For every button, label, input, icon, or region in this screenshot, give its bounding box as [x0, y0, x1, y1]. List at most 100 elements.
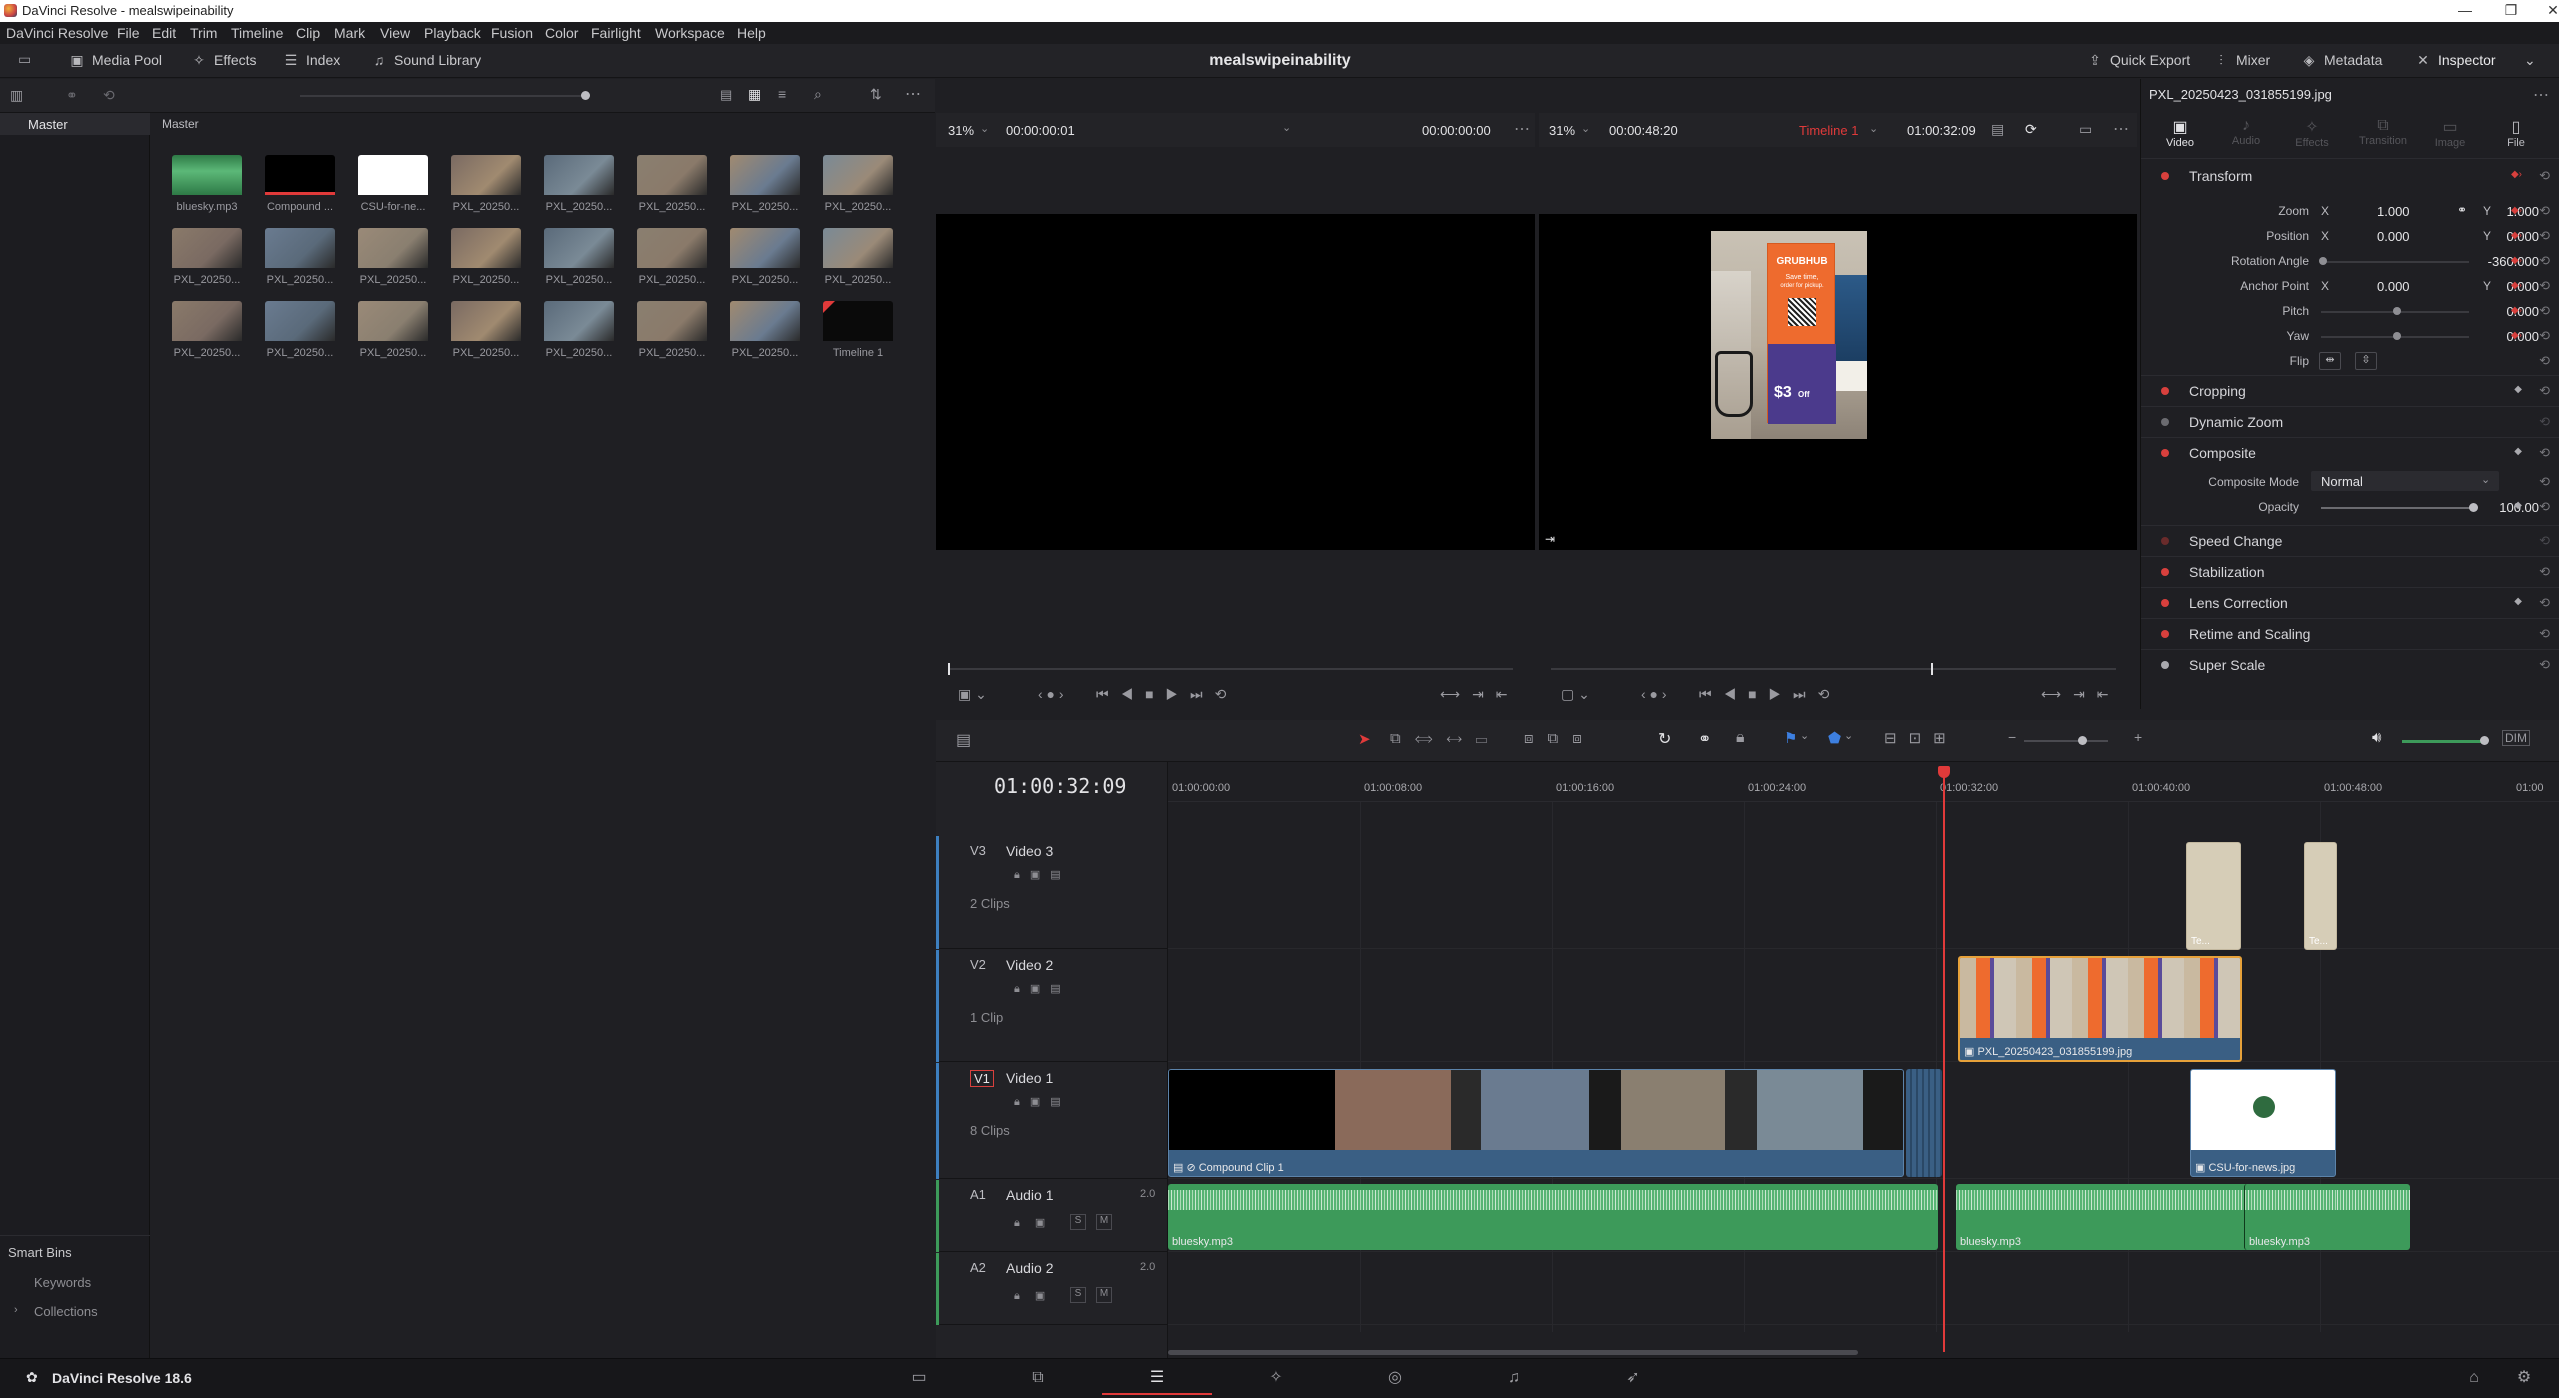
keyframe-icon[interactable]: ◆›: [2511, 205, 2522, 216]
timeline-view-options-icon[interactable]: ▤: [956, 730, 971, 750]
inspector-button[interactable]: ✕ Inspector: [2414, 52, 2495, 69]
source-scrubber[interactable]: [948, 668, 1513, 670]
page-fusion-icon[interactable]: ✧: [1221, 1361, 1331, 1395]
reset-icon[interactable]: ⟲: [2539, 533, 2550, 549]
menu-file[interactable]: File: [117, 25, 140, 41]
super-scale-section[interactable]: Super Scale ⟲: [2141, 649, 2559, 679]
edit-tools[interactable]: ⧉⟺⟷▭: [1390, 730, 1501, 747]
track-lane-a1[interactable]: bluesky.mp3 bluesky.mp3 bluesky.mp3: [1168, 1180, 2559, 1252]
collections-bin[interactable]: Collections: [34, 1304, 98, 1319]
track-controls[interactable]: 🔒︎▣▤: [1014, 868, 1071, 882]
reset-icon[interactable]: ⟲: [2539, 474, 2550, 490]
enable-dot[interactable]: [2161, 568, 2169, 576]
keywords-bin[interactable]: Keywords: [34, 1275, 91, 1290]
page-fairlight-icon[interactable]: ♫: [1459, 1361, 1569, 1395]
composite-mode-select[interactable]: Normal ⌄: [2311, 471, 2499, 491]
clip-thumbnail[interactable]: [544, 155, 614, 199]
enable-dot[interactable]: [2161, 449, 2169, 457]
reset-icon[interactable]: ⟲: [2539, 253, 2550, 269]
chevron-down-icon[interactable]: ⌄: [1581, 122, 1590, 135]
enable-dot[interactable]: [2161, 387, 2169, 395]
collapse-icon[interactable]: ⌄: [2524, 52, 2536, 69]
clip-thumbnail[interactable]: [451, 228, 521, 272]
chevron-down-icon[interactable]: ⌄: [1800, 729, 1809, 742]
menu-trim[interactable]: Trim: [190, 25, 217, 41]
zoom-in-icon[interactable]: +: [2134, 729, 2142, 745]
maximize-button[interactable]: ❐: [2488, 0, 2534, 22]
tab-image[interactable]: ▭ Image: [2425, 117, 2475, 149]
reset-icon[interactable]: ⟲: [2539, 228, 2550, 244]
more-options-icon[interactable]: ⋯: [905, 84, 921, 104]
clip-thumbnail[interactable]: [637, 155, 707, 199]
bin-master[interactable]: [0, 113, 150, 135]
menu-edit[interactable]: Edit: [152, 25, 176, 41]
position-x-field[interactable]: 0.000: [2377, 229, 2433, 244]
reset-icon[interactable]: ⟲: [2539, 626, 2550, 642]
clip-thumbnail[interactable]: [172, 155, 242, 199]
dynamic-zoom-section[interactable]: Dynamic Zoom ⟲: [2141, 406, 2559, 436]
transform-section[interactable]: Transform ◆› ⟲: [2141, 161, 2559, 191]
timeline-playhead[interactable]: [1943, 766, 1945, 1352]
program-scrubber[interactable]: [1551, 668, 2116, 670]
keyframe-icon[interactable]: ◆›: [2511, 305, 2522, 316]
tab-file[interactable]: ▯ File: [2491, 117, 2541, 149]
speaker-icon[interactable]: 🔊︎: [2372, 729, 2381, 746]
keyframe-icon[interactable]: ◆›: [2511, 330, 2522, 341]
program-playback-controls[interactable]: ⏮◀■▶⏭⟲: [1699, 686, 1841, 703]
playhead-handle[interactable]: [1938, 766, 1950, 778]
dim-icon[interactable]: DIM: [2502, 730, 2530, 746]
index-button[interactable]: ☰ Index: [282, 52, 341, 69]
title-clip[interactable]: Te...: [2304, 842, 2337, 950]
chevron-down-icon[interactable]: ⌄: [1282, 121, 1291, 134]
menu-view[interactable]: View: [380, 25, 410, 41]
track-controls[interactable]: 🔒︎▣▤: [1014, 982, 1071, 996]
chevron-down-icon[interactable]: ⌄: [1844, 729, 1853, 742]
track-header-v2[interactable]: V2 Video 2 🔒︎▣▤ 1 Clip: [936, 950, 1168, 1062]
more-options-icon[interactable]: ⋯: [2533, 85, 2549, 105]
pitch-handle[interactable]: [2393, 307, 2401, 315]
settings-gear-icon[interactable]: ⚙: [2474, 1361, 2559, 1395]
track-lane-v3[interactable]: Te... Te...: [1168, 836, 2559, 950]
insert-tools[interactable]: ⧈⧉⧈: [1524, 730, 1596, 747]
source-playhead[interactable]: [948, 663, 950, 675]
view-options-icon[interactable]: ▣ ⌄: [958, 686, 987, 702]
track-lane-a2[interactable]: [1168, 1253, 2559, 1325]
anchor-x-field[interactable]: 0.000: [2377, 279, 2433, 294]
thumbnail-view-icon[interactable]: ▦: [748, 86, 761, 103]
speed-change-section[interactable]: Speed Change ⟲: [2141, 525, 2559, 555]
reset-icon[interactable]: ⟲: [2539, 445, 2550, 461]
sort-icon[interactable]: ⇅: [870, 86, 882, 103]
zoom-handle[interactable]: [2078, 736, 2087, 745]
clip-thumbnail[interactable]: [823, 301, 893, 345]
pxl-clip[interactable]: ▣ PXL_20250423_031855199.jpg: [1958, 956, 2242, 1062]
cropping-section[interactable]: Cropping ◆ ⟲: [2141, 375, 2559, 405]
close-window-button[interactable]: ✕: [2530, 0, 2559, 22]
snapping-icon[interactable]: ↻: [1658, 729, 1671, 749]
yaw-handle[interactable]: [2393, 332, 2401, 340]
menu-davinci[interactable]: DaVinci Resolve: [6, 25, 108, 41]
reset-icon[interactable]: ⟲: [2539, 595, 2550, 611]
search-icon[interactable]: ⌕: [814, 86, 822, 103]
mute-button[interactable]: M: [1096, 1287, 1112, 1303]
composite-section[interactable]: Composite ◆ ⟲: [2141, 437, 2559, 467]
source-viewer-canvas[interactable]: [936, 214, 1535, 550]
clip-thumbnail[interactable]: [823, 155, 893, 199]
solo-button[interactable]: S: [1070, 1287, 1086, 1303]
track-id[interactable]: V1: [970, 1070, 994, 1087]
volume-handle[interactable]: [2480, 736, 2489, 745]
zoom-out-icon[interactable]: −: [2008, 729, 2016, 745]
opacity-handle[interactable]: [2469, 503, 2478, 512]
lens-correction-section[interactable]: Lens Correction ◆ ⟲: [2141, 587, 2559, 617]
flip-vertical-icon[interactable]: ⇳: [2355, 352, 2377, 370]
keyframe-icon[interactable]: ◆: [2514, 500, 2522, 511]
solo-button[interactable]: S: [1070, 1214, 1086, 1230]
reset-icon[interactable]: ⟲: [2539, 303, 2550, 319]
list-view-icon[interactable]: ≡: [778, 86, 786, 102]
enable-dot[interactable]: [2161, 661, 2169, 669]
tab-effects[interactable]: ✧ Effects: [2287, 117, 2337, 149]
reset-icon[interactable]: ⟲: [2539, 203, 2550, 219]
menu-fusion[interactable]: Fusion: [491, 25, 533, 41]
short-clips[interactable]: [1906, 1069, 1942, 1177]
reset-icon[interactable]: ⟲: [2539, 278, 2550, 294]
link-icon[interactable]: ⚭: [2457, 203, 2467, 217]
